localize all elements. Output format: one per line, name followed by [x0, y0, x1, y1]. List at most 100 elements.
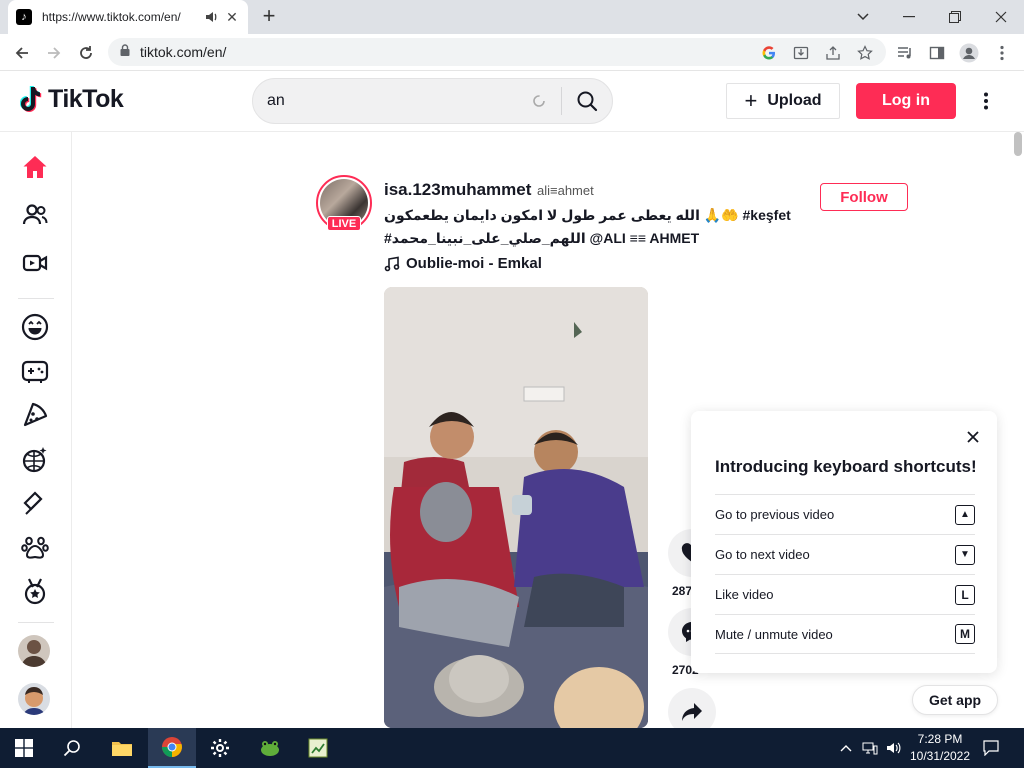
home-icon — [23, 156, 47, 178]
chart-app-taskbar-button[interactable] — [294, 728, 342, 768]
chrome-taskbar-button[interactable] — [148, 728, 196, 768]
arrow-down-key-icon: ▼ — [955, 544, 975, 565]
follow-button[interactable]: Follow — [820, 183, 908, 211]
sidebar-item-following[interactable] — [18, 198, 52, 232]
l-key-icon: L — [955, 584, 975, 605]
search-input[interactable] — [267, 92, 529, 110]
sidebar-item-for-you[interactable] — [18, 150, 52, 184]
lock-icon[interactable] — [120, 43, 130, 61]
windows-logo-icon — [15, 739, 33, 757]
post-caption: الله يعطى عمر طول لا امكون دايمان يطعمكو… — [384, 207, 791, 223]
post-caption-tags[interactable]: #اللهم_صلي_على_نبينا_محمد @ALI ≡≡ AHMET — [384, 230, 699, 247]
sidebar-item-live[interactable] — [18, 246, 52, 280]
close-window-button[interactable] — [978, 0, 1024, 34]
paw-icon — [21, 536, 49, 559]
get-app-button[interactable]: Get app — [912, 685, 998, 715]
loading-spinner-icon — [529, 91, 549, 111]
game-controller-icon — [21, 360, 49, 383]
suggested-account-avatar[interactable] — [18, 683, 50, 715]
shortcut-row: Mute / unmute video M — [715, 614, 975, 654]
upload-label: Upload — [767, 92, 822, 109]
suggested-account-avatar[interactable] — [18, 635, 50, 667]
settings-taskbar-button[interactable] — [196, 728, 244, 768]
reload-button[interactable] — [73, 40, 99, 66]
close-icon[interactable] — [963, 427, 983, 447]
page-scrollbar[interactable] — [1014, 132, 1022, 156]
shortcut-label: Like video — [715, 587, 774, 602]
close-tab-icon[interactable]: ✕ — [224, 9, 240, 25]
start-button[interactable] — [0, 728, 48, 768]
more-options-icon[interactable] — [976, 89, 996, 113]
comb-icon — [23, 491, 43, 515]
taskbar-clock[interactable]: 7:28 PM 10/31/2022 — [904, 731, 976, 765]
forward-button[interactable] — [41, 40, 67, 66]
login-button[interactable]: Log in — [856, 83, 956, 119]
back-button[interactable] — [9, 40, 35, 66]
post-username[interactable]: isa.123muhammet — [384, 180, 531, 200]
share-arrow-icon — [682, 703, 702, 721]
sidebar-item-comedy[interactable] — [18, 310, 52, 344]
video-player[interactable] — [384, 287, 648, 728]
restore-button[interactable] — [932, 0, 978, 34]
share-icon[interactable] — [824, 44, 842, 62]
upload-button[interactable]: + Upload — [726, 83, 840, 119]
media-control-icon[interactable] — [895, 43, 915, 63]
shortcut-row: Go to next video ▼ — [715, 534, 975, 574]
shortcut-label: Go to next video — [715, 547, 810, 562]
tab-search-icon[interactable] — [840, 0, 886, 34]
side-panel-icon[interactable] — [927, 43, 947, 63]
post-nickname[interactable]: ali≡ahmet — [537, 183, 594, 198]
shortcut-row: Like video L — [715, 574, 975, 614]
windows-taskbar: 7:28 PM 10/31/2022 — [0, 728, 1024, 768]
search-icon — [577, 91, 598, 112]
minimize-button[interactable] — [886, 0, 932, 34]
spreadsheet-icon — [308, 738, 328, 758]
pizza-slice-icon — [23, 402, 48, 427]
taskbar-search-button[interactable] — [48, 728, 96, 768]
medal-icon — [24, 578, 46, 605]
file-explorer-button[interactable] — [98, 728, 146, 768]
shortcut-label: Mute / unmute video — [715, 626, 833, 642]
sidebar-divider — [18, 298, 54, 299]
sidebar-item-beauty[interactable] — [18, 486, 52, 520]
browser-toolbar: tiktok.com/en/ — [0, 34, 1024, 71]
google-icon[interactable] — [760, 44, 778, 62]
volume-icon[interactable] — [886, 740, 902, 756]
tab-title: https://www.tiktok.com/en/ — [42, 10, 181, 24]
install-app-icon[interactable] — [792, 44, 810, 62]
profile-icon[interactable] — [959, 43, 979, 63]
tiktok-logo-text: TikTok — [48, 85, 124, 113]
bookmark-star-icon[interactable] — [856, 44, 874, 62]
browser-tab[interactable]: ♪ https://www.tiktok.com/en/ ✕ — [8, 0, 248, 34]
sidebar-item-food[interactable] — [18, 398, 52, 432]
tiktok-favicon-icon: ♪ — [16, 9, 32, 25]
app-taskbar-button[interactable] — [246, 728, 294, 768]
post-music[interactable]: Oublie-moi - Emkal — [384, 255, 542, 272]
sidebar-item-sports[interactable] — [18, 574, 52, 608]
tiktok-logo[interactable]: TikTok — [20, 85, 124, 114]
sidebar-item-dance[interactable] — [18, 442, 52, 476]
sidebar-item-animals[interactable] — [18, 530, 52, 564]
shortcut-row: Go to previous video ▲ — [715, 494, 975, 534]
audio-playing-icon[interactable] — [204, 9, 220, 25]
search-button[interactable] — [562, 79, 612, 123]
live-video-icon — [22, 254, 48, 272]
chrome-menu-icon[interactable] — [992, 43, 1012, 63]
gear-icon — [211, 739, 229, 757]
popup-title: Introducing keyboard shortcuts! — [715, 457, 977, 476]
music-note-icon — [384, 256, 400, 271]
address-bar[interactable]: tiktok.com/en/ — [108, 38, 886, 66]
show-hidden-icons-icon[interactable] — [838, 740, 854, 756]
clock-time: 7:28 PM — [917, 732, 963, 746]
new-tab-button[interactable]: + — [256, 5, 282, 29]
folder-icon — [112, 742, 132, 756]
sidebar-item-gaming[interactable] — [18, 354, 52, 388]
like-count: 287 — [672, 584, 693, 598]
frog-app-icon — [261, 741, 279, 756]
video-frame — [384, 287, 648, 728]
sidebar-divider — [18, 622, 54, 623]
plus-icon: + — [744, 88, 758, 113]
network-icon[interactable] — [862, 740, 878, 756]
notifications-icon[interactable] — [983, 740, 999, 756]
disco-ball-icon — [22, 447, 47, 473]
